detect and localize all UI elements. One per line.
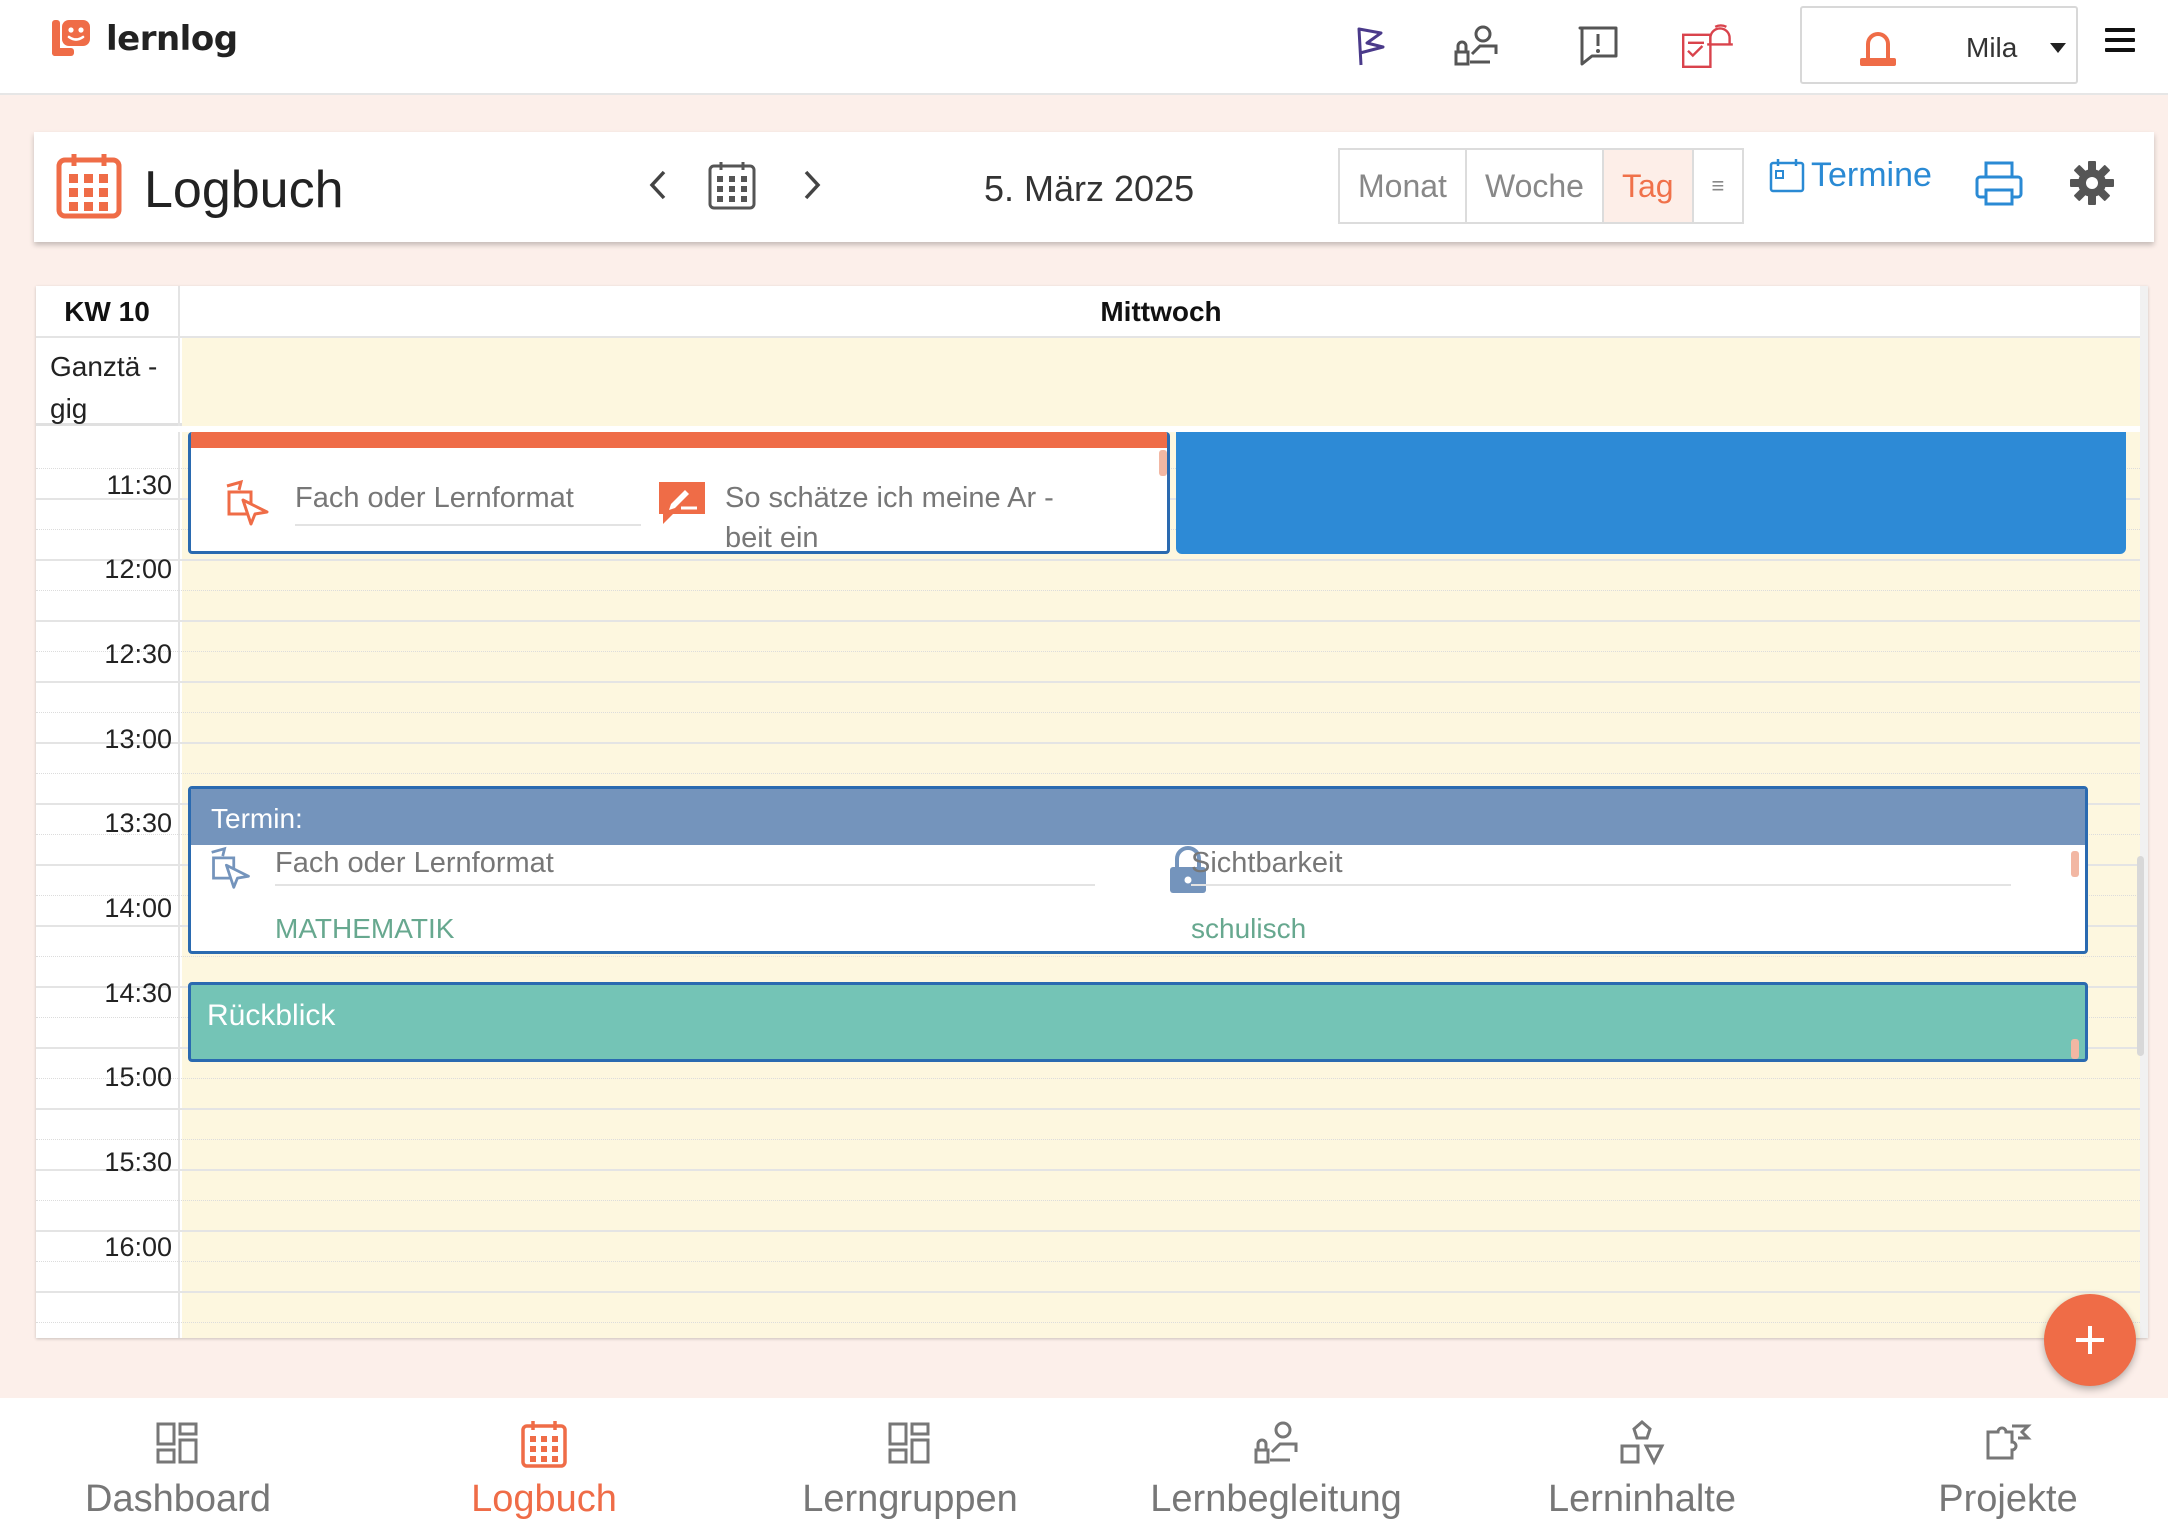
shapes-icon bbox=[1620, 1420, 1665, 1466]
settings-gear-icon[interactable] bbox=[2069, 160, 2115, 206]
nav-label: Lerngruppen bbox=[802, 1478, 1018, 1520]
nav-label: Lerninhalte bbox=[1547, 1478, 1737, 1520]
appointment-title: Termin: bbox=[191, 789, 2085, 845]
menu-icon[interactable] bbox=[2105, 28, 2135, 58]
subject-format-icon bbox=[211, 846, 250, 889]
nav-label: Lernbegleitung bbox=[1150, 1478, 1402, 1520]
view-month-button[interactable]: Monat bbox=[1340, 150, 1467, 222]
day-calendar: KW 10 Mittwoch Ganztä - gig 11:30 12:00 … bbox=[36, 286, 2148, 1338]
time-label: 15:30 bbox=[104, 1147, 172, 1177]
all-day-row: Ganztä - gig bbox=[36, 338, 2140, 426]
nav-lerngruppen[interactable]: Lerngruppen bbox=[760, 1418, 1060, 1521]
dashboard-icon bbox=[156, 1422, 198, 1464]
view-switcher: Monat Woche Tag ≡ bbox=[1338, 148, 1745, 224]
all-day-cell[interactable] bbox=[182, 338, 2140, 426]
calendar-scroll-thumb[interactable] bbox=[2137, 856, 2144, 1056]
current-date: 5. März 2025 bbox=[984, 168, 1195, 209]
task-alarm-icon[interactable] bbox=[1680, 18, 1736, 74]
page-title: Logbuch bbox=[144, 161, 344, 219]
subject-format-icon bbox=[226, 479, 269, 526]
time-label: 16:00 bbox=[104, 1232, 172, 1262]
calendar-icon bbox=[521, 1421, 567, 1468]
calendar-icon bbox=[56, 154, 122, 219]
time-label: 14:00 bbox=[104, 893, 172, 923]
event-scrollbar[interactable] bbox=[2071, 1039, 2079, 1059]
learning-time-event[interactable]: Fach oder Lernformat So schätze ich mein… bbox=[188, 432, 1170, 554]
nav-label: Projekte bbox=[1938, 1478, 2078, 1520]
feedback-icon[interactable] bbox=[1570, 18, 1626, 74]
calendar-scrollbar[interactable] bbox=[2140, 286, 2148, 1338]
blue-event[interactable] bbox=[1176, 432, 2126, 554]
mentoring-icon[interactable] bbox=[1448, 18, 1504, 74]
user-avatar-icon bbox=[1860, 32, 1896, 66]
calendar-header: KW 10 Mittwoch bbox=[36, 286, 2140, 338]
subject-field-label: Fach oder Lernformat bbox=[275, 847, 554, 879]
week-number: KW 10 bbox=[36, 286, 180, 338]
appointments-label: Termine bbox=[1811, 156, 1932, 194]
time-label: 13:30 bbox=[104, 808, 172, 838]
time-label: 12:30 bbox=[104, 639, 172, 669]
chevron-down-icon bbox=[2050, 43, 2066, 53]
appointments-button[interactable]: Termine bbox=[1769, 156, 1932, 195]
nav-dashboard[interactable]: Dashboard bbox=[28, 1418, 328, 1521]
self-assessment-label: So schätze ich meine Ar - bbox=[725, 482, 1054, 514]
time-label: 15:00 bbox=[104, 1062, 172, 1092]
time-label: 11:30 bbox=[106, 470, 172, 500]
appointment-calendar-icon bbox=[1769, 158, 1805, 192]
review-event[interactable]: Rückblick bbox=[188, 982, 2088, 1062]
nav-label: Logbuch bbox=[471, 1478, 617, 1520]
self-assessment-icon bbox=[659, 482, 705, 524]
app-name: lernlog bbox=[106, 19, 238, 59]
lernlog-logo-icon bbox=[52, 20, 90, 56]
puzzle-icon bbox=[1986, 1424, 2032, 1460]
top-bar: lernlog Mila bbox=[0, 0, 2168, 95]
day-heading: Mittwoch bbox=[1100, 296, 1222, 327]
nav-lernbegleitung[interactable]: Lernbegleitung bbox=[1126, 1418, 1426, 1521]
time-label: 12:00 bbox=[104, 554, 172, 584]
view-week-button[interactable]: Woche bbox=[1466, 150, 1604, 222]
visibility-field-label: Sichtbarkeit bbox=[1191, 847, 1343, 879]
event-scrollbar[interactable] bbox=[1159, 450, 1167, 476]
event-scrollbar[interactable] bbox=[2071, 851, 2079, 877]
subject-field-label: Fach oder Lernformat bbox=[295, 482, 574, 514]
nav-projekte[interactable]: Projekte bbox=[1858, 1418, 2158, 1521]
review-title: Rückblick bbox=[207, 999, 336, 1032]
visibility-value: schulisch bbox=[1191, 913, 1307, 944]
nav-logbuch[interactable]: Logbuch bbox=[394, 1418, 694, 1521]
app-logo[interactable]: lernlog bbox=[50, 18, 238, 60]
groups-icon bbox=[888, 1422, 930, 1464]
appointment-event[interactable]: Termin: Fach oder Lernformat MATHEMATIK … bbox=[188, 786, 2088, 954]
plus-icon bbox=[2076, 1326, 2104, 1354]
user-menu[interactable]: Mila bbox=[1800, 6, 2078, 84]
next-day-button[interactable] bbox=[786, 160, 836, 210]
view-day-button[interactable]: Tag bbox=[1603, 150, 1694, 222]
flag-icon[interactable] bbox=[1343, 18, 1399, 74]
add-entry-button[interactable] bbox=[2044, 1294, 2136, 1386]
previous-day-button[interactable] bbox=[634, 160, 684, 210]
mentoring-icon bbox=[1254, 1421, 1298, 1464]
nav-lerninhalte[interactable]: Lerninhalte bbox=[1492, 1418, 1792, 1521]
nav-label: Dashboard bbox=[85, 1478, 271, 1520]
all-day-label: Ganztä - gig bbox=[36, 338, 180, 426]
subject-value: MATHEMATIK bbox=[275, 913, 455, 944]
time-label: 14:30 bbox=[104, 978, 172, 1008]
time-label: 13:00 bbox=[104, 724, 172, 754]
user-name: Mila bbox=[1966, 32, 2018, 63]
print-icon[interactable] bbox=[1974, 160, 2024, 208]
date-picker-button[interactable] bbox=[704, 158, 760, 214]
event-header-bar bbox=[191, 432, 1167, 448]
bottom-navigation: Dashboard Logbuch Lerngruppen Lernbeglei… bbox=[0, 1398, 2168, 1528]
logbook-header: Logbuch 5. März 2025 Monat Woche Tag ≡ T… bbox=[34, 132, 2154, 242]
self-assessment-label-continued: beit ein bbox=[725, 522, 819, 554]
view-list-button[interactable]: ≡ bbox=[1693, 150, 1743, 222]
